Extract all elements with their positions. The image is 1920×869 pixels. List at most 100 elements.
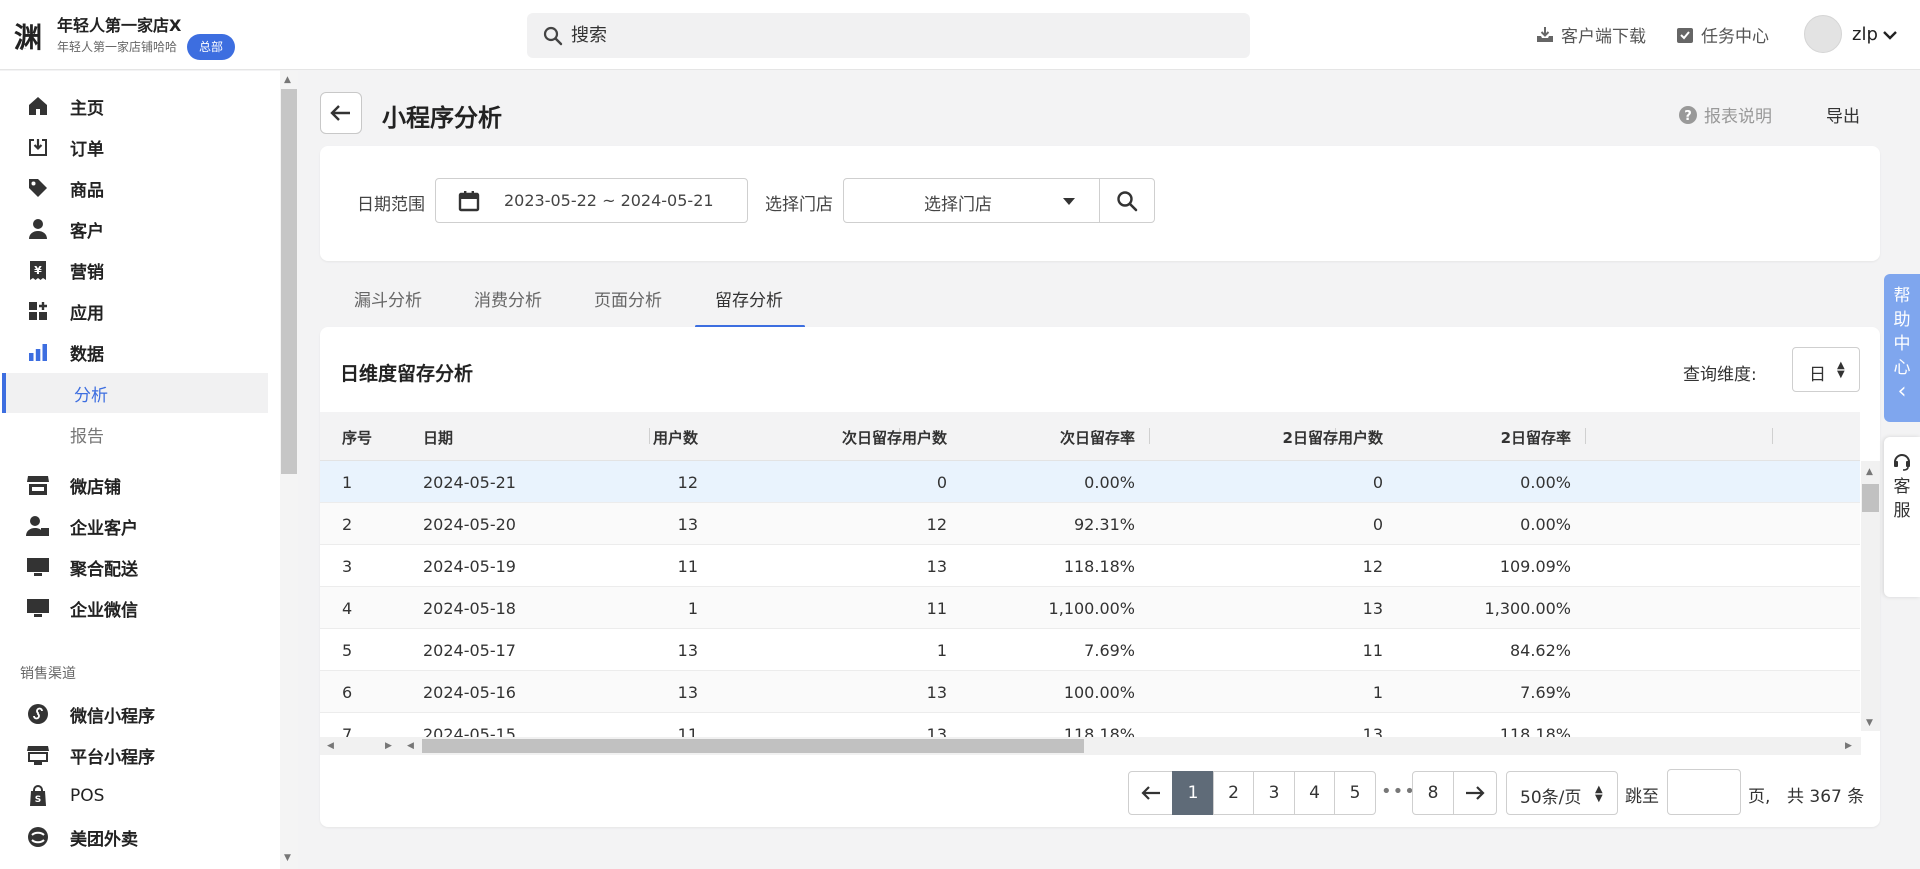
chevron-down-icon bbox=[1883, 30, 1897, 40]
column-header[interactable]: 次日留存用户数 bbox=[842, 427, 947, 448]
scroll-left-icon[interactable]: ◀ bbox=[407, 741, 414, 751]
cell-2day-retained: 0 bbox=[1372, 473, 1383, 492]
column-resizer[interactable] bbox=[649, 428, 650, 444]
help-circle-icon: ? bbox=[1679, 105, 1697, 124]
scroll-right-icon[interactable]: ▶ bbox=[385, 741, 392, 751]
page-button[interactable]: 5 bbox=[1334, 771, 1376, 815]
sidebar-item-pos[interactable]: S POS bbox=[0, 776, 268, 816]
sidebar-item-orders[interactable]: 订单 bbox=[0, 127, 268, 167]
page-button[interactable]: 2 bbox=[1213, 771, 1254, 815]
cell-date: 2024-05-16 bbox=[423, 683, 516, 702]
global-search[interactable] bbox=[527, 13, 1250, 58]
column-resizer[interactable] bbox=[1149, 428, 1150, 444]
customer-service-char: 客 bbox=[1893, 477, 1911, 497]
cell-2day-rate: 0.00% bbox=[1520, 515, 1571, 534]
column-resizer[interactable] bbox=[1585, 428, 1586, 444]
cell-2day-rate: 0.00% bbox=[1520, 473, 1571, 492]
column-header[interactable]: 序号 bbox=[342, 427, 372, 448]
scroll-up-icon[interactable]: ▲ bbox=[284, 75, 291, 85]
cell-2day-retained: 13 bbox=[1362, 725, 1383, 737]
sidebar-subitem-report[interactable]: 报告 bbox=[0, 414, 268, 454]
sidebar-item-label: 营销 bbox=[70, 262, 104, 283]
scroll-down-icon[interactable]: ▼ bbox=[1866, 718, 1873, 728]
search-input[interactable] bbox=[571, 13, 1231, 58]
customer-service-tab[interactable]: 客 服 bbox=[1884, 437, 1920, 597]
sidebar-item-enterprise-customers[interactable]: 企业客户 bbox=[0, 506, 268, 546]
scroll-down-icon[interactable]: ▼ bbox=[284, 853, 291, 863]
table-row[interactable]: 6 2024-05-16 13 13 100.00% 1 7.69% bbox=[320, 671, 1860, 713]
sidebar-subitem-analysis[interactable]: 分析 bbox=[2, 373, 268, 413]
top-bar: 渊 … 年轻人第一家店X 年轻人第一家店铺哈哈 总部 客户端下载 任务中心 zl… bbox=[0, 0, 1920, 70]
sidebar-item-wechat-mini-program[interactable]: 微信小程序 bbox=[0, 694, 268, 734]
sidebar-scroll-thumb[interactable] bbox=[281, 89, 297, 474]
next-page-button[interactable] bbox=[1453, 771, 1497, 815]
column-header[interactable]: 用户数 bbox=[653, 427, 698, 448]
jump-page-input[interactable] bbox=[1667, 769, 1741, 815]
cell-index: 2 bbox=[342, 515, 353, 534]
jump-label: 跳至 bbox=[1625, 787, 1659, 807]
sidebar-item-label: 订单 bbox=[70, 139, 104, 160]
column-header[interactable]: 2日留存率 bbox=[1501, 427, 1571, 448]
report-help-link[interactable]: ? 报表说明 bbox=[1678, 102, 1772, 127]
sidebar-item-micro-store[interactable]: 微店铺 bbox=[0, 465, 268, 505]
cell-users: 13 bbox=[677, 683, 698, 702]
table-row[interactable]: 5 2024-05-17 13 1 7.69% 11 84.62% bbox=[320, 629, 1860, 671]
sidebar-item-customers[interactable]: 客户 bbox=[0, 209, 268, 249]
sidebar-item-marketing[interactable]: ¥ 营销 bbox=[0, 250, 268, 290]
filter-search-button[interactable] bbox=[1099, 178, 1155, 223]
scroll-up-icon[interactable]: ▲ bbox=[1866, 467, 1873, 477]
table-vertical-scroll-thumb[interactable] bbox=[1862, 484, 1879, 512]
cell-next-day-retained: 12 bbox=[926, 515, 947, 534]
back-button[interactable] bbox=[320, 92, 362, 134]
task-center-label: 任务中心 bbox=[1701, 27, 1769, 47]
user-avatar[interactable] bbox=[1804, 15, 1842, 53]
table-row[interactable]: 1 2024-05-21 12 0 0.00% 0 0.00% bbox=[320, 461, 1860, 503]
sidebar-item-home[interactable]: 主页 bbox=[0, 86, 268, 126]
column-header[interactable]: 次日留存率 bbox=[1060, 427, 1135, 448]
sidebar-item-platform-mini-program[interactable]: 平台小程序 bbox=[0, 735, 268, 775]
tab-page-analysis[interactable]: 页面分析 bbox=[594, 286, 662, 311]
column-header[interactable]: 日期 bbox=[423, 427, 453, 448]
task-center-button[interactable]: 任务中心 bbox=[1675, 22, 1769, 47]
scroll-left-icon[interactable]: ◀ bbox=[327, 741, 334, 751]
page-size-select[interactable]: 50条/页 ▲ ▼ bbox=[1506, 771, 1618, 815]
date-range-value: 2023-05-22 ~ 2024-05-21 bbox=[504, 191, 714, 210]
sidebar-item-apps[interactable]: 应用 bbox=[0, 291, 268, 331]
page-button[interactable]: 3 bbox=[1253, 771, 1295, 815]
scroll-right-icon[interactable]: ▶ bbox=[1845, 741, 1852, 751]
sidebar-item-data[interactable]: 数据 bbox=[0, 332, 268, 372]
query-dimension-select[interactable]: 日 ▲ ▼ bbox=[1792, 347, 1860, 392]
page-button[interactable]: 8 bbox=[1412, 771, 1454, 815]
user-menu[interactable]: zlp bbox=[1852, 24, 1898, 45]
tab-funnel-analysis[interactable]: 漏斗分析 bbox=[354, 286, 422, 311]
sidebar-item-enterprise-wechat[interactable]: 企业微信 bbox=[0, 588, 268, 628]
sidebar-item-products[interactable]: 商品 bbox=[0, 168, 268, 208]
help-center-tab[interactable]: 帮 助 中 心 ‹ bbox=[1884, 274, 1920, 422]
store-name[interactable]: 年轻人第一家店X bbox=[57, 12, 181, 36]
sidebar-item-aggregate-delivery[interactable]: 聚合配送 bbox=[0, 547, 268, 587]
table-row[interactable]: 7 2024-05-15 11 13 118.18% 13 118.18% bbox=[320, 713, 1860, 737]
store-logo[interactable]: 渊 bbox=[8, 16, 48, 56]
page-button[interactable]: 1 bbox=[1172, 771, 1214, 815]
pagination-ellipsis[interactable]: ••• bbox=[1381, 781, 1416, 802]
date-range-picker[interactable]: 2023-05-22 ~ 2024-05-21 bbox=[435, 178, 748, 223]
store-subtitle: 年轻人第一家店铺哈哈 bbox=[57, 40, 178, 54]
table-row[interactable]: 2 2024-05-20 13 12 92.31% 0 0.00% bbox=[320, 503, 1860, 545]
chevron-left-icon[interactable]: ‹ bbox=[1898, 380, 1907, 404]
sidebar-item-meituan[interactable]: 美团外卖 bbox=[0, 817, 268, 857]
column-header[interactable]: 2日留存用户数 bbox=[1283, 427, 1383, 448]
caret-down-icon bbox=[1063, 198, 1075, 205]
cell-next-day-retained: 13 bbox=[926, 725, 947, 737]
export-button[interactable]: 导出 bbox=[1826, 102, 1860, 127]
tab-consumption-analysis[interactable]: 消费分析 bbox=[474, 286, 542, 311]
table-row[interactable]: 3 2024-05-19 11 13 118.18% 12 109.09% bbox=[320, 545, 1860, 587]
table-row[interactable]: 4 2024-05-18 1 11 1,100.00% 13 1,300.00% bbox=[320, 587, 1860, 629]
column-resizer[interactable] bbox=[1772, 428, 1773, 444]
client-download-button[interactable]: 客户端下载 bbox=[1535, 22, 1646, 47]
page-button[interactable]: 4 bbox=[1294, 771, 1335, 815]
table-horizontal-scroll-thumb[interactable] bbox=[422, 739, 1084, 753]
store-select[interactable]: 选择门店 bbox=[843, 178, 1100, 223]
cell-2day-retained: 11 bbox=[1362, 641, 1383, 660]
prev-page-button[interactable] bbox=[1128, 771, 1173, 815]
tab-retention-analysis[interactable]: 留存分析 bbox=[715, 286, 783, 311]
